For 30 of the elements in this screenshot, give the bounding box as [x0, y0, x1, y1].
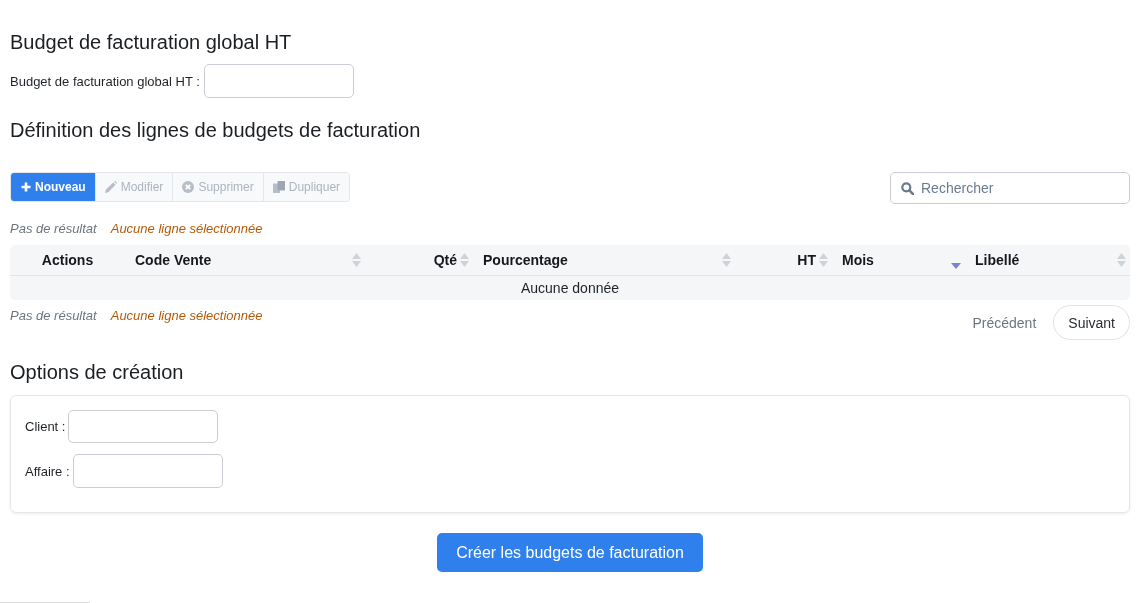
result-count-text: Pas de résultat: [10, 220, 97, 238]
column-header[interactable]: Pourcentage: [483, 252, 568, 268]
circle-x-icon: [182, 181, 195, 193]
column-header[interactable]: HT: [797, 252, 816, 268]
selection-status-text: Aucune ligne sélectionnée: [110, 220, 263, 238]
search-icon: [901, 182, 914, 195]
submit-button[interactable]: Créer les budgets de facturation: [437, 533, 703, 572]
copy-icon: [272, 181, 285, 193]
column-header: Actions: [41, 252, 94, 268]
field-label: Client :: [25, 419, 66, 434]
column-header[interactable]: Mois: [842, 252, 874, 268]
section-title: Options de création: [10, 360, 185, 384]
search-field[interactable]: Rechercher: [890, 172, 1130, 204]
budget-input[interactable]: [203, 64, 354, 98]
text-input[interactable]: [72, 454, 223, 488]
toolbar-button[interactable]: Nouveau: [11, 173, 95, 201]
pencil-icon: [104, 181, 117, 193]
column-header[interactable]: Libellé: [975, 252, 1020, 268]
plus-icon: [21, 182, 31, 192]
column-header[interactable]: Code Vente: [135, 252, 212, 268]
text-input[interactable]: [68, 410, 219, 443]
pagination-button[interactable]: Suivant: [1053, 305, 1130, 340]
result-count-text: Pas de résultat: [10, 307, 97, 325]
selection-status-text: Aucune ligne sélectionnée: [110, 307, 263, 325]
column-header[interactable]: Qté: [433, 252, 457, 268]
section-title: Budget de facturation global HT: [10, 30, 293, 54]
field-label: Budget de facturation global HT :: [10, 73, 200, 89]
empty-table-message: Aucune donnée: [519, 279, 621, 298]
field-label: Affaire :: [25, 463, 70, 479]
section-title: Définition des lignes de budgets de facturation: [10, 118, 422, 142]
